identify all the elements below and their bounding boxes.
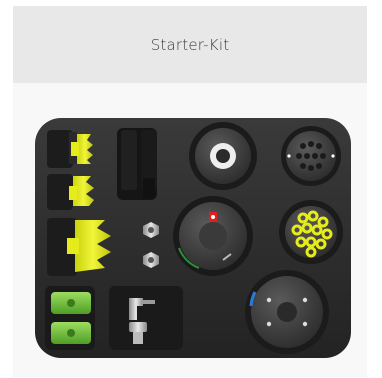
starter-kit-image[interactable] xyxy=(33,116,353,360)
fittings xyxy=(109,286,183,350)
bellows-small xyxy=(47,130,93,168)
multi-hole-disc xyxy=(281,126,341,186)
bellows-medium xyxy=(47,174,94,210)
ring-disc xyxy=(189,122,257,190)
product-card: Starter-Kit xyxy=(13,6,367,377)
gripper-disc xyxy=(173,196,253,276)
green-parts xyxy=(45,286,95,350)
black-cylinders xyxy=(117,128,157,200)
large-base-disc xyxy=(245,270,329,354)
card-body xyxy=(13,83,367,377)
card-header: Starter-Kit xyxy=(13,6,367,83)
card-title: Starter-Kit xyxy=(150,35,230,54)
yellow-ring-disc xyxy=(279,200,343,264)
